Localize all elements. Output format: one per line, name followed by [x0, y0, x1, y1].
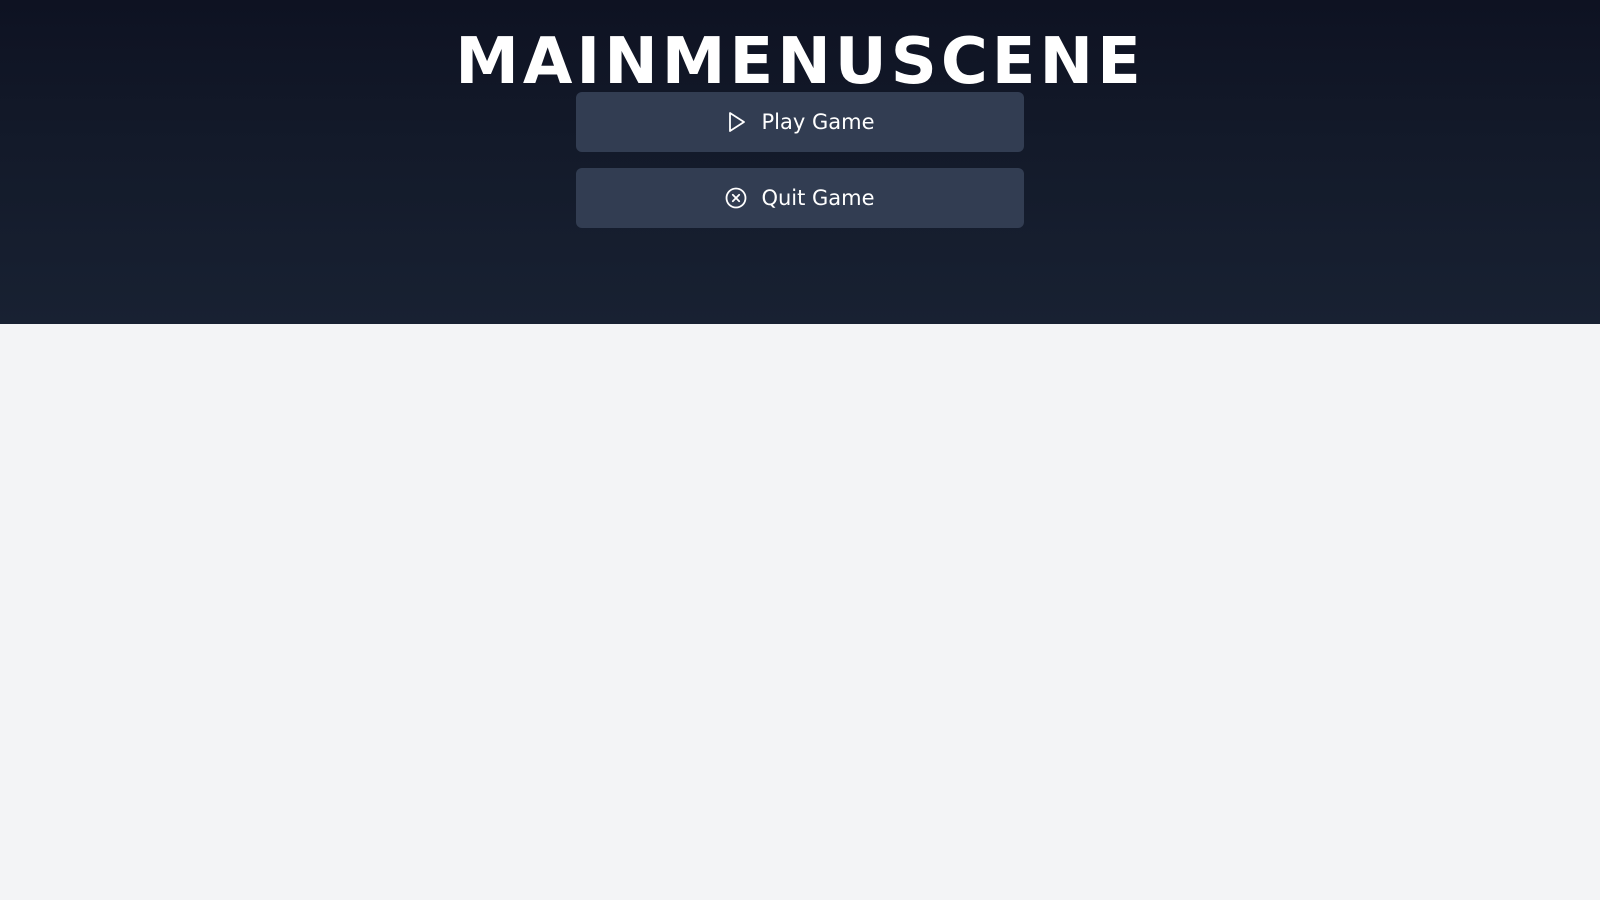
main-menu-panel: MAINMENUSCENE Play Game Quit Game [0, 0, 1600, 324]
play-game-label: Play Game [761, 110, 875, 134]
play-game-button[interactable]: Play Game [576, 92, 1024, 152]
play-icon [726, 111, 748, 133]
close-circle-icon [725, 187, 747, 209]
quit-game-button[interactable]: Quit Game [576, 168, 1024, 228]
empty-content-area [0, 324, 1600, 900]
quit-game-label: Quit Game [761, 186, 875, 210]
